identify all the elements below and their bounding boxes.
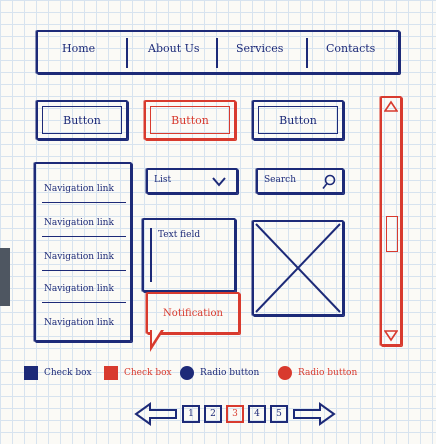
pagination: 1 2 3 4 5 xyxy=(134,400,404,428)
notification-box: Notification xyxy=(146,292,240,334)
nav-home[interactable]: Home xyxy=(62,42,95,55)
search-input[interactable]: Search xyxy=(256,168,344,194)
checkbox-icon xyxy=(104,366,118,380)
nav-about-us[interactable]: About Us xyxy=(148,42,200,55)
text-field[interactable]: Text field xyxy=(142,218,236,292)
nav-link-3[interactable]: Navigation link xyxy=(44,252,114,262)
top-navbar: Home About Us Services Contacts xyxy=(36,30,400,74)
page-5[interactable]: 5 xyxy=(270,405,288,423)
side-handle xyxy=(0,248,10,306)
page-4[interactable]: 4 xyxy=(248,405,266,423)
checkbox-1-label: Check box xyxy=(44,368,92,378)
radio-icon xyxy=(180,366,194,380)
nav-separator xyxy=(126,38,128,68)
scroll-down-icon[interactable] xyxy=(384,330,398,342)
navigation-list: Navigation link Navigation link Navigati… xyxy=(34,162,132,342)
nav-separator xyxy=(306,38,308,68)
nav-link-1[interactable]: Navigation link xyxy=(44,184,114,194)
checkbox-icon xyxy=(24,366,38,380)
scroll-up-icon[interactable] xyxy=(384,100,398,112)
image-placeholder xyxy=(252,220,344,316)
list-dropdown[interactable]: List xyxy=(146,168,238,194)
nav-services[interactable]: Services xyxy=(236,42,283,55)
page-1[interactable]: 1 xyxy=(182,405,200,423)
arrow-left-icon[interactable] xyxy=(134,402,178,426)
search-icon xyxy=(322,174,336,189)
list-label: List xyxy=(154,175,172,185)
nav-link-5[interactable]: Navigation link xyxy=(44,318,114,328)
nav-link-2[interactable]: Navigation link xyxy=(44,218,114,228)
scroll-thumb[interactable] xyxy=(386,216,398,252)
notification-tail xyxy=(150,330,164,352)
nav-contacts[interactable]: Contacts xyxy=(326,42,375,55)
nav-link-4[interactable]: Navigation link xyxy=(44,284,114,294)
image-cross-icon xyxy=(255,223,341,313)
radio-1[interactable]: Radio button xyxy=(180,366,259,380)
radio-2[interactable]: Radio button xyxy=(278,366,357,380)
page-3[interactable]: 3 xyxy=(226,405,244,423)
checkbox-2[interactable]: Check box xyxy=(104,366,172,380)
arrow-right-icon[interactable] xyxy=(292,402,336,426)
checkbox-1[interactable]: Check box xyxy=(24,366,92,380)
page-2[interactable]: 2 xyxy=(204,405,222,423)
button-1[interactable]: Button xyxy=(36,100,128,140)
chevron-down-icon xyxy=(212,177,226,187)
controls-row: Check box Check box Radio button Radio b… xyxy=(20,366,436,388)
radio-1-label: Radio button xyxy=(200,368,260,378)
text-field-label: Text field xyxy=(158,230,201,240)
vertical-scrollbar[interactable] xyxy=(380,96,402,346)
radio-2-label: Radio button xyxy=(298,368,358,378)
radio-icon xyxy=(278,366,292,380)
button-2[interactable]: Button xyxy=(144,100,236,140)
button-3[interactable]: Button xyxy=(252,100,344,140)
notification-text: Notification xyxy=(163,307,223,319)
search-label: Search xyxy=(264,175,296,185)
nav-separator xyxy=(216,38,218,68)
checkbox-2-label: Check box xyxy=(124,368,172,378)
